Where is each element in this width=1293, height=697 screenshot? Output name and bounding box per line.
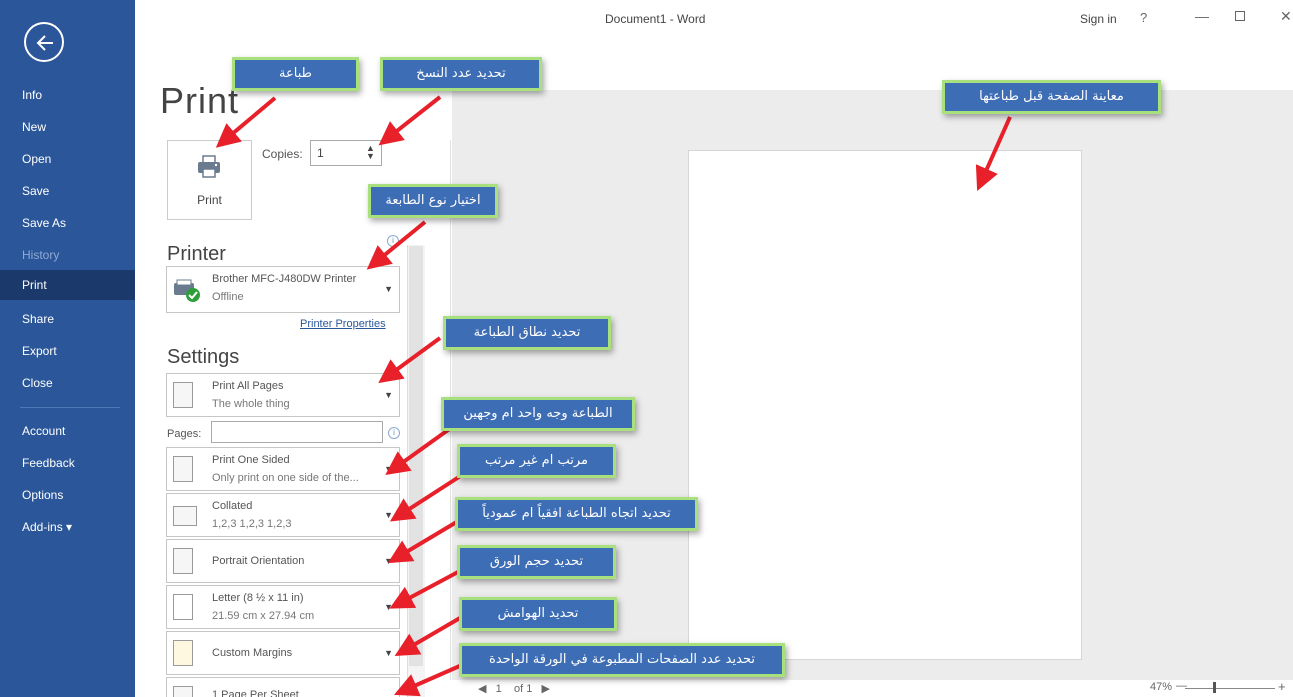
page-navigation: ◀ 1 of 1 ▶ bbox=[478, 682, 550, 695]
callout-sides: الطباعة وجه واحد ام وجهين bbox=[441, 397, 635, 431]
page-title: Print bbox=[160, 80, 240, 121]
current-page-input[interactable]: 1 bbox=[496, 683, 502, 695]
printer-dropdown[interactable]: Brother MFC-J480DW Printer Offline ▼ bbox=[166, 266, 400, 313]
callout-copies: تحديد عدد النسخ bbox=[380, 57, 542, 91]
print-range-dropdown[interactable]: Print All Pages The whole thing ▼ bbox=[166, 373, 400, 417]
backstage-sidebar: Info New Open Save Save As History Print… bbox=[0, 0, 135, 697]
zoom-out-button[interactable]: — bbox=[1176, 680, 1187, 692]
paper-size-title: Letter (8 ½ x 11 in) bbox=[212, 592, 304, 604]
title-bar: Document1 - Word Sign in ? — ✕ bbox=[135, 0, 1293, 40]
arrow-copies bbox=[378, 95, 442, 146]
collated-pages-icon bbox=[173, 506, 197, 526]
settings-heading: Settings bbox=[167, 346, 240, 368]
next-page-button[interactable]: ▶ bbox=[542, 683, 550, 695]
collation-subtitle: 1,2,3 1,2,3 1,2,3 bbox=[212, 518, 292, 530]
pages-per-sheet-icon bbox=[173, 686, 193, 697]
chevron-down-icon: ▼ bbox=[384, 284, 393, 294]
callout-print: طباعة bbox=[232, 57, 359, 91]
back-arrow-icon[interactable] bbox=[24, 22, 64, 62]
pages-per-sheet-dropdown[interactable]: 1 Page Per Sheet bbox=[166, 677, 400, 697]
sidebar-item-account[interactable]: Account bbox=[0, 416, 135, 446]
sides-dropdown[interactable]: Print One Sided Only print on one side o… bbox=[166, 447, 400, 491]
sidebar-item-options[interactable]: Options bbox=[0, 480, 135, 510]
arrow-sides bbox=[385, 423, 457, 475]
margins-dropdown[interactable]: Custom Margins ▼ bbox=[166, 631, 400, 675]
sidebar-item-save[interactable]: Save bbox=[0, 176, 135, 206]
paper-page-icon bbox=[173, 594, 193, 620]
chevron-down-icon: ▼ bbox=[384, 390, 393, 400]
print-button[interactable]: Print bbox=[167, 140, 252, 220]
callout-preview: معاينة الصفحة قبل طباعتها bbox=[942, 80, 1161, 114]
custom-margins-icon bbox=[173, 640, 193, 666]
printer-name: Brother MFC-J480DW Printer bbox=[212, 273, 357, 285]
callout-pages-per-sheet: تحديد عدد الصفحات المطبوعة في الورقة الو… bbox=[459, 643, 785, 677]
close-window-button[interactable]: ✕ bbox=[1280, 8, 1292, 25]
copies-spinner-icon[interactable]: ▲ ▼ bbox=[366, 144, 375, 161]
sidebar-item-open[interactable]: Open bbox=[0, 144, 135, 174]
info-icon[interactable]: i bbox=[387, 235, 399, 247]
printer-offline-icon bbox=[172, 279, 202, 308]
page-count: of 1 bbox=[514, 683, 533, 695]
paper-size-subtitle: 21.59 cm x 27.94 cm bbox=[212, 610, 315, 622]
callout-collation: مرتب ام غير مرتب bbox=[457, 444, 616, 478]
document-stack-icon bbox=[173, 382, 193, 408]
sign-in-link[interactable]: Sign in bbox=[1080, 12, 1117, 26]
callout-orientation: تحديد اتجاه الطباعة افقياً ام عمودياً bbox=[455, 497, 698, 531]
document-title: Document1 - Word bbox=[605, 12, 706, 26]
printer-status: Offline bbox=[212, 291, 244, 303]
preview-page bbox=[688, 150, 1082, 660]
sidebar-item-export[interactable]: Export bbox=[0, 336, 135, 366]
sidebar-item-print[interactable]: Print bbox=[0, 270, 135, 300]
sidebar-item-new[interactable]: New bbox=[0, 112, 135, 142]
zoom-in-button[interactable]: + bbox=[1278, 679, 1286, 694]
print-range-subtitle: The whole thing bbox=[212, 398, 290, 410]
chevron-down-icon: ▼ bbox=[384, 510, 393, 520]
collation-title: Collated bbox=[212, 500, 253, 512]
zoom-level: 47% bbox=[1150, 681, 1173, 693]
collation-dropdown[interactable]: Collated 1,2,3 1,2,3 1,2,3 ▼ bbox=[166, 493, 400, 537]
sides-subtitle: Only print on one side of the... bbox=[212, 472, 359, 484]
sidebar-item-close[interactable]: Close bbox=[0, 368, 135, 398]
sidebar-divider bbox=[20, 407, 120, 408]
pages-per-sheet-label: 1 Page Per Sheet bbox=[212, 689, 299, 697]
zoom-slider[interactable] bbox=[1185, 688, 1275, 689]
printer-properties-link[interactable]: Printer Properties bbox=[300, 318, 386, 330]
orientation-label: Portrait Orientation bbox=[212, 555, 305, 567]
print-button-label: Print bbox=[197, 193, 222, 207]
paper-size-dropdown[interactable]: Letter (8 ½ x 11 in) 21.59 cm x 27.94 cm… bbox=[166, 585, 400, 629]
portrait-page-icon bbox=[173, 548, 193, 574]
one-sided-page-icon bbox=[173, 456, 193, 482]
chevron-down-icon: ▼ bbox=[384, 464, 393, 474]
printer-icon bbox=[196, 153, 222, 184]
orientation-dropdown[interactable]: Portrait Orientation ▼ bbox=[166, 539, 400, 583]
callout-printer-type: اختيار نوع الطابعة bbox=[368, 184, 498, 218]
info-icon[interactable]: i bbox=[388, 427, 400, 439]
zoom-slider-thumb[interactable] bbox=[1213, 682, 1216, 693]
help-button[interactable]: ? bbox=[1140, 10, 1147, 25]
chevron-down-icon: ▼ bbox=[384, 648, 393, 658]
callout-range: تحديد نطاق الطباعة bbox=[443, 316, 611, 350]
sides-title: Print One Sided bbox=[212, 454, 290, 466]
callout-margins: تحديد الهوامش bbox=[459, 597, 617, 631]
restore-icon[interactable] bbox=[1235, 11, 1245, 21]
previous-page-button[interactable]: ◀ bbox=[478, 683, 486, 695]
sidebar-item-add-ins[interactable]: Add-ins ▾ bbox=[0, 512, 135, 542]
sidebar-item-save-as[interactable]: Save As bbox=[0, 208, 135, 238]
sidebar-item-feedback[interactable]: Feedback bbox=[0, 448, 135, 478]
sidebar-item-history[interactable]: History bbox=[0, 240, 135, 270]
printer-heading: Printer bbox=[167, 243, 226, 265]
copies-label: Copies: bbox=[262, 147, 303, 161]
print-range-title: Print All Pages bbox=[212, 380, 284, 392]
callout-paper-size: تحديد حجم الورق bbox=[457, 545, 616, 579]
chevron-down-icon: ▼ bbox=[384, 556, 393, 566]
pages-input[interactable] bbox=[211, 421, 383, 443]
sidebar-item-share[interactable]: Share bbox=[0, 304, 135, 334]
chevron-down-icon: ▼ bbox=[384, 602, 393, 612]
settings-scrollbar-thumb[interactable] bbox=[409, 246, 423, 666]
pages-label: Pages: bbox=[167, 428, 202, 440]
margins-label: Custom Margins bbox=[212, 647, 293, 659]
minimize-button[interactable]: — bbox=[1195, 8, 1209, 24]
sidebar-item-info[interactable]: Info bbox=[0, 80, 135, 110]
